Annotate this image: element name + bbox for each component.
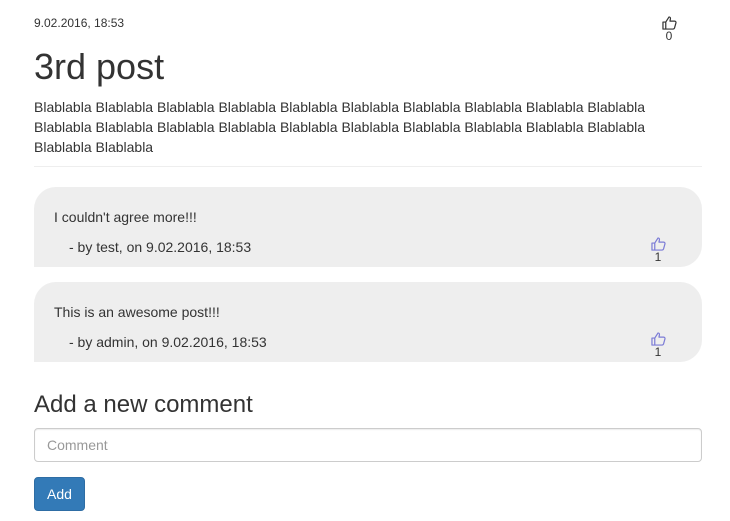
thumbs-up-icon bbox=[650, 332, 666, 346]
post-date: 9.02.2016, 18:53 bbox=[34, 16, 125, 30]
comment-meta: - by test, on 9.02.2016, 18:53 bbox=[69, 239, 252, 255]
comment-text: I couldn't agree more!!! bbox=[54, 209, 197, 225]
post-like-button[interactable]: 0 bbox=[659, 16, 679, 42]
post-page: 9.02.2016, 18:53 0 3rd post Blablabla Bl… bbox=[0, 0, 730, 521]
thumbs-up-icon bbox=[650, 237, 666, 251]
post-body: Blablabla Blablabla Blablabla Blablabla … bbox=[34, 99, 646, 155]
comment-input[interactable] bbox=[34, 428, 702, 462]
comment-like-button[interactable]: 1 bbox=[650, 237, 666, 263]
post-like-count: 0 bbox=[665, 29, 673, 43]
post-divider bbox=[34, 166, 702, 167]
thumbs-up-icon bbox=[659, 16, 679, 30]
comment-item: This is an awesome post!!! - by admin, o… bbox=[34, 282, 702, 362]
comment-meta: - by admin, on 9.02.2016, 18:53 bbox=[69, 334, 267, 350]
add-comment-heading: Add a new comment bbox=[34, 391, 253, 418]
post-title: 3rd post bbox=[34, 46, 165, 87]
comment-item: I couldn't agree more!!! - by test, on 9… bbox=[34, 187, 702, 267]
comment-text: This is an awesome post!!! bbox=[54, 304, 220, 320]
comment-like-button[interactable]: 1 bbox=[650, 332, 666, 358]
comment-like-count: 1 bbox=[654, 250, 662, 264]
add-comment-button[interactable]: Add bbox=[34, 477, 85, 511]
comment-like-count: 1 bbox=[654, 345, 662, 359]
